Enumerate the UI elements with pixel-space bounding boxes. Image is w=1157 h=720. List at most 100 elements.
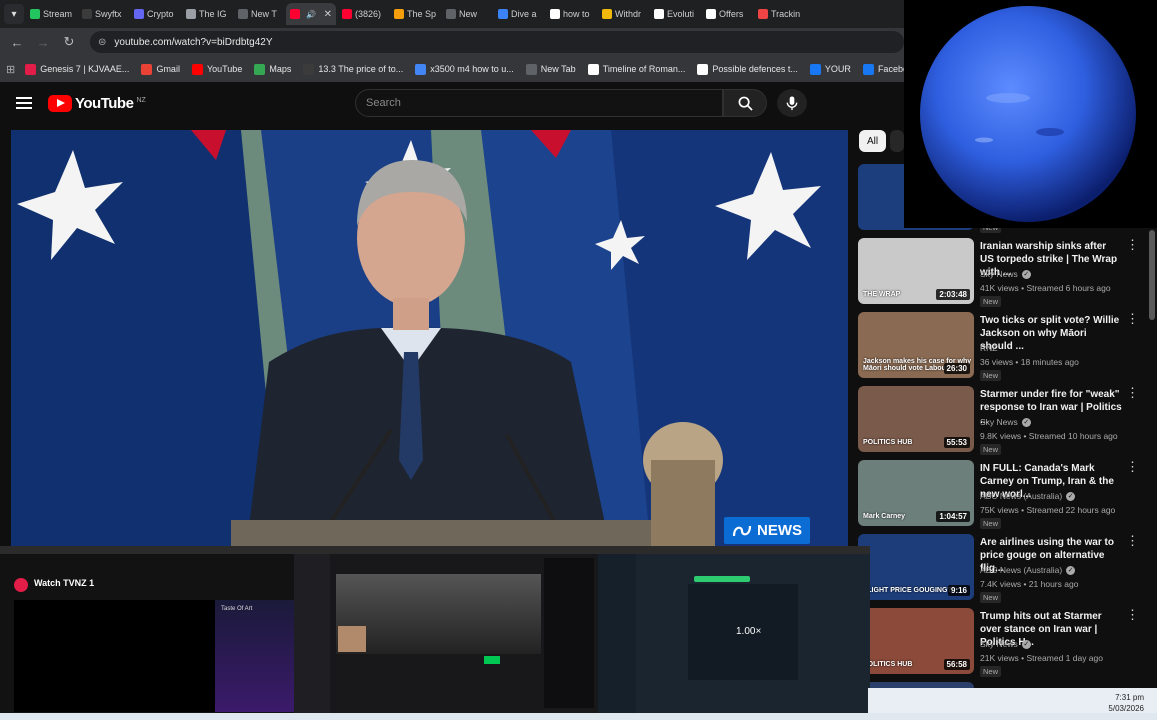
- bookmark-item[interactable]: Maps: [254, 63, 291, 75]
- video-thumbnail[interactable]: Jackson makes his case for why Māori sho…: [858, 312, 974, 378]
- window-titlebar: [598, 546, 870, 554]
- apps-icon[interactable]: ⊞: [6, 63, 15, 76]
- new-badge: New: [980, 666, 1002, 677]
- more-options-icon[interactable]: ⋮: [1126, 312, 1139, 325]
- channel-line[interactable]: Sky News ✓: [980, 269, 1031, 279]
- site-info-icon[interactable]: ⊜: [98, 37, 106, 48]
- tab-favicon-icon: [446, 9, 456, 19]
- more-options-icon[interactable]: ⋮: [1126, 386, 1139, 399]
- browser-tab[interactable]: 🔊 ✕: [286, 3, 336, 25]
- system-clock[interactable]: 7:31 pm 5/03/2026: [1108, 692, 1144, 714]
- recommendation-item[interactable]: POLITICS HUB 55:53 Starmer under fire for …: [858, 386, 1143, 456]
- stream-window[interactable]: [294, 546, 598, 714]
- tab-label: New T: [251, 9, 277, 19]
- search-button[interactable]: [723, 89, 767, 117]
- video-meta: 41K views • Streamed 6 hours ago: [980, 283, 1111, 293]
- abc-news-logo: NEWS: [724, 517, 810, 544]
- browser-tab[interactable]: Offers: [702, 3, 752, 25]
- channel-line[interactable]: Sky News ✓: [980, 417, 1031, 427]
- follow-button[interactable]: [484, 656, 500, 664]
- stream-sidebar: [294, 554, 330, 714]
- bookmark-list: Genesis 7 | KJVAAE... Gmail YouTube Maps 13.…: [25, 63, 904, 75]
- more-options-icon[interactable]: ⋮: [1126, 460, 1139, 473]
- reload-button[interactable]: ↻: [58, 31, 80, 53]
- trading-window[interactable]: 1.00×: [598, 546, 870, 714]
- scrollbar[interactable]: [1147, 228, 1157, 684]
- bookmark-item[interactable]: YOUR: [809, 63, 851, 75]
- bookmark-item[interactable]: Genesis 7 | KJVAAE...: [25, 63, 129, 75]
- browser-tab[interactable]: New T: [234, 3, 284, 25]
- tab-label: The Sp: [407, 9, 437, 19]
- bookmark-item[interactable]: Possible defences t...: [697, 63, 798, 75]
- bookmark-item[interactable]: YouTube: [191, 63, 242, 75]
- verified-icon: ✓: [1021, 639, 1031, 649]
- tab-search-button[interactable]: ▾: [4, 4, 24, 24]
- browser-tab[interactable]: Evoluti: [650, 3, 700, 25]
- video-thumbnail[interactable]: Mark Carney 1:04:57: [858, 460, 974, 526]
- stream-video[interactable]: [336, 574, 541, 654]
- bookmark-favicon-icon: [303, 63, 315, 75]
- back-button[interactable]: ←: [6, 31, 28, 53]
- tab-label: Offers: [719, 9, 744, 19]
- video-thumbnail[interactable]: THE WRAP 2:03:48: [858, 238, 974, 304]
- bookmark-item[interactable]: Gmail: [141, 63, 180, 75]
- scrollbar-thumb[interactable]: [1149, 230, 1155, 320]
- bookmark-item[interactable]: New Tab: [525, 63, 576, 75]
- multiplier-readout: 1.00×: [736, 626, 762, 637]
- chip-all-label: All: [866, 135, 879, 147]
- address-bar[interactable]: ⊜ youtube.com/watch?v=biDrdbtg42Y: [90, 31, 904, 53]
- recommendation-item[interactable]: FLIGHT PRICE GOUGING? 9:16 Are airlines us…: [858, 534, 1143, 604]
- forward-button[interactable]: →: [32, 31, 54, 53]
- browser-tab[interactable]: Crypto: [130, 3, 180, 25]
- trading-tabs[interactable]: [694, 576, 750, 582]
- browser-tab[interactable]: (3826): [338, 3, 388, 25]
- search-input[interactable]: Search: [355, 89, 723, 117]
- chip-all[interactable]: All: [859, 130, 886, 152]
- browser-tab[interactable]: Withdr: [598, 3, 648, 25]
- browser-tab[interactable]: New: [442, 3, 492, 25]
- channel-line[interactable]: ABC News (Australia) ✓: [980, 491, 1076, 501]
- more-options-icon[interactable]: ⋮: [1126, 534, 1139, 547]
- chip-next[interactable]: [890, 130, 904, 152]
- channel-line[interactable]: Sky News ✓: [980, 639, 1031, 649]
- recommendation-item[interactable]: POLITICS HUB 56:58 Trump hits out at Starm…: [858, 608, 1143, 678]
- recommendation-item[interactable]: Mark Carney 1:04:57 IN FULL: Canada's Mark…: [858, 460, 1143, 530]
- video-title[interactable]: Two ticks or split vote? Willie Jackson …: [980, 314, 1122, 353]
- tvnz-video[interactable]: [14, 600, 215, 712]
- bookmark-item[interactable]: Timeline of Roman...: [587, 63, 685, 75]
- voice-search-button[interactable]: [777, 89, 807, 117]
- bookmark-item[interactable]: 13.3 The price of to...: [303, 63, 403, 75]
- tab-favicon-icon: [290, 9, 300, 19]
- tab-label: Dive a: [511, 9, 537, 19]
- tvnz-icon: [14, 578, 28, 592]
- video-meta: 7.4K views • 21 hours ago: [980, 579, 1079, 589]
- recommendation-item[interactable]: Jackson makes his case for why Māori sho…: [858, 312, 1143, 382]
- browser-tab[interactable]: The Sp: [390, 3, 440, 25]
- tab-label: New: [459, 9, 478, 19]
- more-options-icon[interactable]: ⋮: [1126, 238, 1139, 251]
- video-thumbnail[interactable]: POLITICS HUB 55:53: [858, 386, 974, 452]
- channel-line[interactable]: RNZ: [980, 343, 997, 353]
- browser-tab[interactable]: The IG: [182, 3, 232, 25]
- video-player[interactable]: NEWS: [11, 130, 848, 552]
- recommendation-item[interactable]: THE WRAP 2:03:48 Iranian warship sinks aft…: [858, 238, 1143, 308]
- channel-line[interactable]: ABC News (Australia) ✓: [980, 565, 1076, 575]
- browser-tab[interactable]: how to: [546, 3, 596, 25]
- browser-tab[interactable]: Trackin: [754, 3, 804, 25]
- bookmark-item[interactable]: Facebook green: [862, 63, 904, 75]
- video-thumbnail[interactable]: POLITICS HUB 56:58: [858, 608, 974, 674]
- bookmark-favicon-icon: [254, 63, 266, 75]
- browser-tab[interactable]: Dive a: [494, 3, 544, 25]
- bookmark-item[interactable]: x3500 m4 how to u...: [415, 63, 514, 75]
- more-options-icon[interactable]: ⋮: [1126, 608, 1139, 621]
- channel-name: RNZ: [980, 343, 998, 353]
- audio-playing-icon[interactable]: 🔊: [306, 10, 316, 19]
- menu-icon[interactable]: [16, 97, 32, 109]
- bookmark-label: Facebook green: [877, 64, 904, 74]
- browser-tab[interactable]: Stream: [26, 3, 76, 25]
- close-tab-icon[interactable]: ✕: [324, 9, 332, 20]
- youtube-logo[interactable]: YouTube NZ: [48, 94, 146, 112]
- tvnz-window[interactable]: Watch TVNZ 1 Taste Of Art: [0, 546, 294, 714]
- browser-tab[interactable]: Swyftx: [78, 3, 128, 25]
- video-thumbnail[interactable]: FLIGHT PRICE GOUGING? 9:16: [858, 534, 974, 600]
